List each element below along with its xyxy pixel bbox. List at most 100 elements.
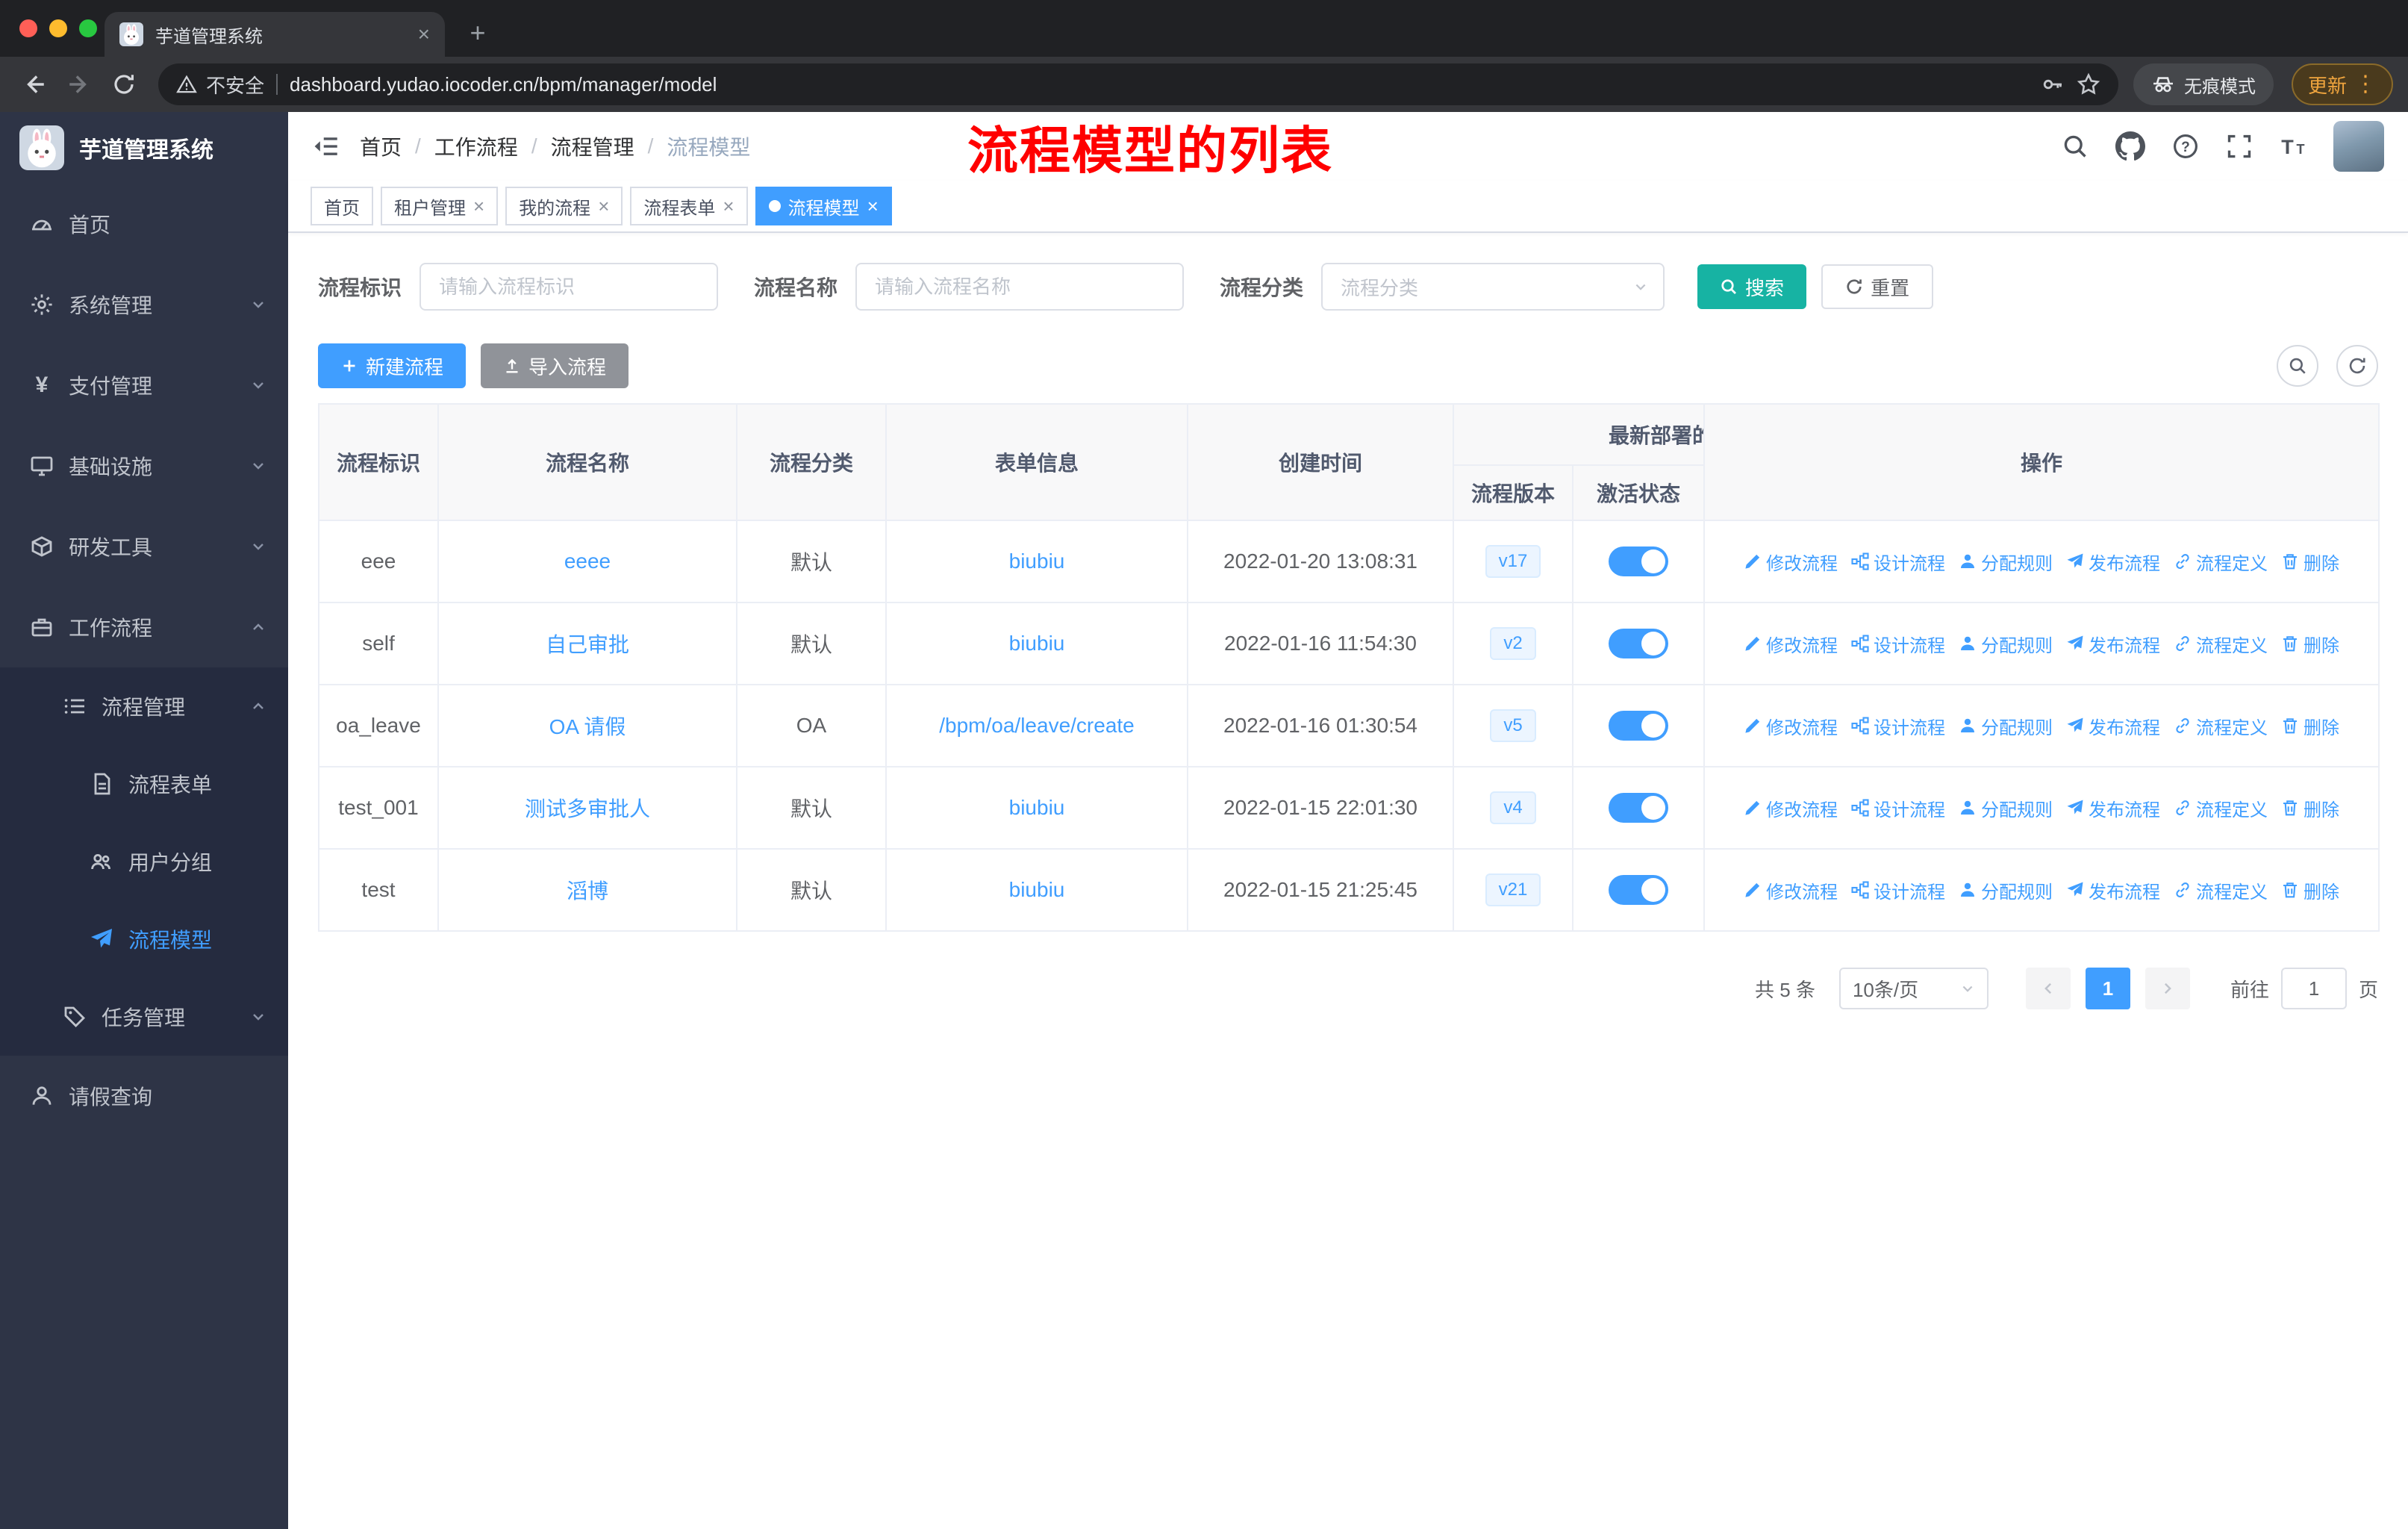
tab-close-icon[interactable]: × [418,22,430,46]
action-delete[interactable]: 删除 [2281,631,2339,657]
action-process-definition[interactable]: 流程定义 [2174,877,2268,903]
action-delete[interactable]: 删除 [2281,877,2339,903]
process-name-link[interactable]: 自己审批 [546,633,629,656]
fullscreen-icon[interactable] [2226,133,2253,160]
create-process-button[interactable]: 新建流程 [318,343,467,388]
tag-tenant-mgmt[interactable]: 租户管理 × [381,187,499,225]
new-tab-button[interactable]: + [460,15,496,51]
help-icon[interactable]: ? [2172,133,2199,160]
form-info-link[interactable]: /bpm/oa/leave/create [939,714,1135,737]
sidebar-item-devtools[interactable]: 研发工具 [0,506,288,587]
next-page-button[interactable] [2145,968,2190,1009]
action-assign-rule[interactable]: 分配规则 [1959,549,2053,575]
sidebar-item-workflow[interactable]: 工作流程 [0,587,288,667]
browser-menu-icon[interactable]: ⋮ [2354,73,2377,96]
action-publish-process[interactable]: 发布流程 [2066,795,2160,821]
sidebar-item-leave-query[interactable]: 请假查询 [0,1056,288,1136]
forward-button[interactable] [60,65,99,104]
sidebar-item-process-form[interactable]: 流程表单 [0,745,288,823]
action-assign-rule[interactable]: 分配规则 [1959,631,2053,657]
active-toggle[interactable] [1609,629,1668,658]
action-delete[interactable]: 删除 [2281,795,2339,821]
action-assign-rule[interactable]: 分配规则 [1959,713,2053,739]
search-icon[interactable] [2062,133,2089,160]
form-info-link[interactable]: biubiu [1009,796,1065,819]
sidebar-item-infra[interactable]: 基础设施 [0,426,288,506]
window-zoom-button[interactable] [79,19,97,37]
action-assign-rule[interactable]: 分配规则 [1959,795,2053,821]
action-publish-process[interactable]: 发布流程 [2066,713,2160,739]
active-toggle[interactable] [1609,875,1668,905]
back-button[interactable] [15,65,54,104]
process-name-input[interactable] [855,263,1185,311]
sidebar-fold-icon[interactable] [312,133,339,160]
action-edit-process[interactable]: 修改流程 [1744,795,1838,821]
breadcrumb-item[interactable]: 首页 [360,131,402,161]
action-design-process[interactable]: 设计流程 [1851,795,1945,821]
bookmark-star-icon[interactable] [2077,72,2100,96]
tag-process-form[interactable]: 流程表单 × [630,187,748,225]
active-toggle[interactable] [1609,711,1668,741]
tag-home[interactable]: 首页 [311,187,373,225]
action-edit-process[interactable]: 修改流程 [1744,549,1838,575]
action-publish-process[interactable]: 发布流程 [2066,631,2160,657]
font-size-icon[interactable]: TT [2280,133,2306,160]
tag-close-icon[interactable]: × [598,196,609,216]
window-minimize-button[interactable] [49,19,67,37]
action-edit-process[interactable]: 修改流程 [1744,713,1838,739]
sidebar-item-task-mgmt[interactable]: 任务管理 [0,978,288,1056]
action-design-process[interactable]: 设计流程 [1851,549,1945,575]
action-edit-process[interactable]: 修改流程 [1744,631,1838,657]
process-name-link[interactable]: 测试多审批人 [525,797,650,820]
reset-button[interactable]: 重置 [1821,264,1934,309]
form-info-link[interactable]: biubiu [1009,878,1065,901]
action-design-process[interactable]: 设计流程 [1851,877,1945,903]
action-process-definition[interactable]: 流程定义 [2174,631,2268,657]
toggle-search-button[interactable] [2277,345,2318,387]
tag-process-model[interactable]: 流程模型 × [755,187,892,225]
page-size-select[interactable]: 10条/页 [1838,968,1989,1009]
window-close-button[interactable] [19,19,37,37]
sidebar-item-system[interactable]: 系统管理 [0,264,288,345]
action-design-process[interactable]: 设计流程 [1851,713,1945,739]
import-process-button[interactable]: 导入流程 [481,343,629,388]
goto-page-input[interactable] [2280,968,2347,1009]
action-publish-process[interactable]: 发布流程 [2066,549,2160,575]
reload-button[interactable] [105,65,143,104]
tag-my-process[interactable]: 我的流程 × [505,187,623,225]
form-info-link[interactable]: biubiu [1009,632,1065,655]
action-delete[interactable]: 删除 [2281,549,2339,575]
process-name-link[interactable]: 滔博 [567,879,608,903]
search-button[interactable]: 搜索 [1697,264,1807,309]
current-page-button[interactable]: 1 [2085,968,2130,1009]
sidebar-item-home[interactable]: 首页 [0,184,288,264]
form-info-link[interactable]: biubiu [1009,549,1065,573]
action-design-process[interactable]: 设计流程 [1851,631,1945,657]
password-key-icon[interactable] [2041,72,2065,96]
breadcrumb-item[interactable]: 工作流程 [434,131,518,161]
breadcrumb-item[interactable]: 流程管理 [551,131,634,161]
process-name-link[interactable]: eeee [564,549,611,573]
action-process-definition[interactable]: 流程定义 [2174,713,2268,739]
action-process-definition[interactable]: 流程定义 [2174,795,2268,821]
github-icon[interactable] [2115,131,2145,161]
refresh-table-button[interactable] [2336,345,2378,387]
sidebar-item-payment[interactable]: ¥ 支付管理 [0,345,288,426]
active-toggle[interactable] [1609,793,1668,823]
sidebar-item-process-model[interactable]: 流程模型 [0,900,288,978]
action-assign-rule[interactable]: 分配规则 [1959,877,2053,903]
avatar[interactable] [2333,121,2384,172]
sidebar-item-process-mgmt[interactable]: 流程管理 [0,667,288,745]
tag-close-icon[interactable]: × [867,196,879,216]
browser-update-button[interactable]: 更新 ⋮ [2291,63,2393,105]
action-delete[interactable]: 删除 [2281,713,2339,739]
tag-close-icon[interactable]: × [723,196,734,216]
process-id-input[interactable] [419,263,719,311]
sidebar-item-user-group[interactable]: 用户分组 [0,823,288,900]
security-indicator[interactable]: 不安全 [176,71,264,99]
tag-close-icon[interactable]: × [473,196,484,216]
action-process-definition[interactable]: 流程定义 [2174,549,2268,575]
active-toggle[interactable] [1609,546,1668,576]
address-bar[interactable]: 不安全 dashboard.yudao.iocoder.cn/bpm/manag… [158,63,2118,105]
process-name-link[interactable]: OA 请假 [549,715,626,738]
